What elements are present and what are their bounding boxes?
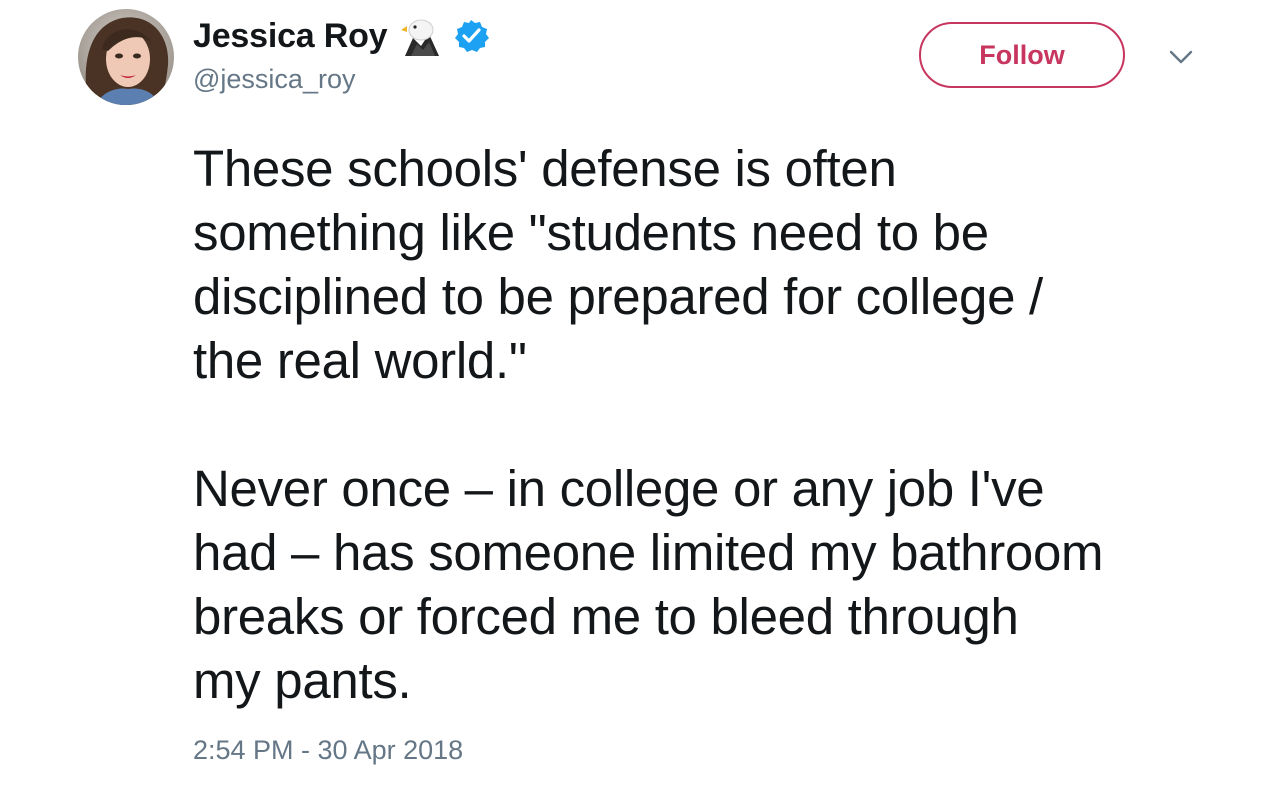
- author-display-name[interactable]: Jessica Roy: [193, 17, 388, 56]
- tweet-line: disciplined to be prepared for college /: [193, 268, 1043, 325]
- tweet-line: These schools' defense is often: [193, 140, 897, 197]
- tweet-timestamp[interactable]: 2:54 PM - 30 Apr 2018: [193, 735, 463, 766]
- chevron-down-icon[interactable]: [1166, 44, 1196, 70]
- tweet-line: Never once – in college or any job I've: [193, 460, 1045, 517]
- verified-badge-icon: [453, 18, 490, 54]
- tweet-line: had – has someone limited my bathroom: [193, 524, 1104, 581]
- author-name-row: Jessica Roy: [193, 14, 490, 58]
- avatar-image: [78, 9, 174, 105]
- follow-button[interactable]: Follow: [919, 22, 1125, 88]
- tweet-paragraph-2: Never once – in college or any job I've …: [193, 457, 1253, 713]
- tweet-line: something like "students need to be: [193, 204, 989, 261]
- author-handle[interactable]: @jessica_roy: [193, 64, 355, 95]
- eagle-emoji-icon: [399, 16, 443, 56]
- tweet-paragraph-1: These schools' defense is often somethin…: [193, 137, 1253, 393]
- avatar[interactable]: [78, 9, 174, 105]
- tweet-line: the real world.": [193, 332, 527, 389]
- tweet-line: my pants.: [193, 652, 412, 709]
- tweet-line: breaks or forced me to bleed through: [193, 588, 1019, 645]
- tweet-card: Jessica Roy @jessica_roy Follow These sc…: [0, 0, 1272, 791]
- tweet-text: These schools' defense is often somethin…: [193, 137, 1253, 713]
